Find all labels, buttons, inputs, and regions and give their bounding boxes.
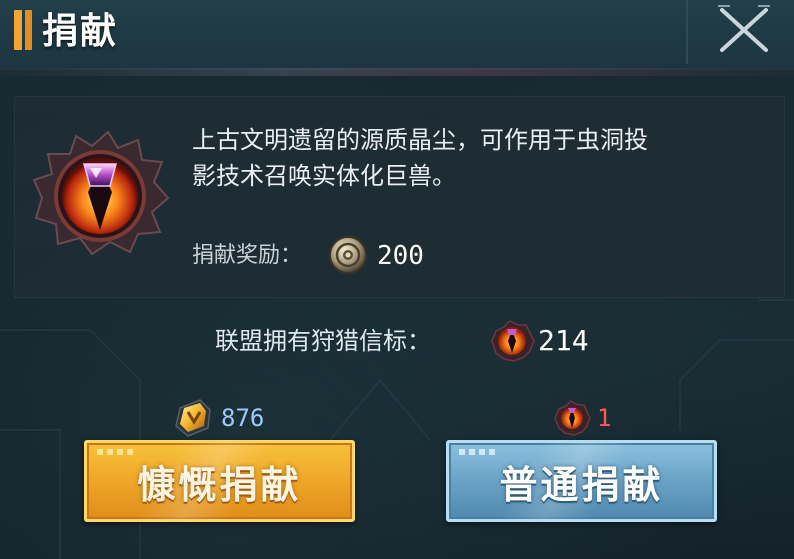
- dragon-eye-icon: [32, 130, 170, 256]
- hunting-beacon-eye-icon: [554, 400, 591, 436]
- alliance-beacon-value: 214: [538, 324, 589, 357]
- close-x-icon: [718, 5, 770, 52]
- item-description: 上古文明遗留的源质晶尘，可作用于虫洞投 影技术召唤实体化巨兽。: [192, 122, 752, 194]
- header-divider: [686, 0, 688, 64]
- title-marker-icon: [14, 10, 32, 50]
- hunting-beacon-eye-icon: [491, 320, 535, 362]
- generous-donate-label: 慷慨捐献: [137, 461, 302, 507]
- reward-value: 200: [377, 241, 424, 271]
- generous-donate-button[interactable]: 慷慨捐献: [84, 440, 355, 522]
- header-underline: [0, 68, 794, 76]
- generous-cost-value: 876: [221, 404, 265, 432]
- gold-crystal-icon: [175, 399, 211, 437]
- alliance-beacon-label: 联盟拥有狩猎信标：: [215, 327, 431, 355]
- dialog-title: 捐献: [42, 10, 119, 52]
- dialog-header: 捐献: [0, 0, 794, 70]
- normal-donate-label: 普通捐献: [499, 461, 664, 507]
- normal-donate-button[interactable]: 普通捐献: [446, 440, 717, 522]
- normal-cost-value: 1: [597, 404, 612, 432]
- close-button[interactable]: [712, 2, 776, 58]
- alliance-coin-icon: [329, 236, 367, 274]
- description-line-2: 影技术召唤实体化巨兽。: [192, 162, 456, 190]
- description-line-1: 上古文明遗留的源质晶尘，可作用于虫洞投: [192, 126, 648, 154]
- reward-label: 捐献奖励：: [192, 243, 303, 268]
